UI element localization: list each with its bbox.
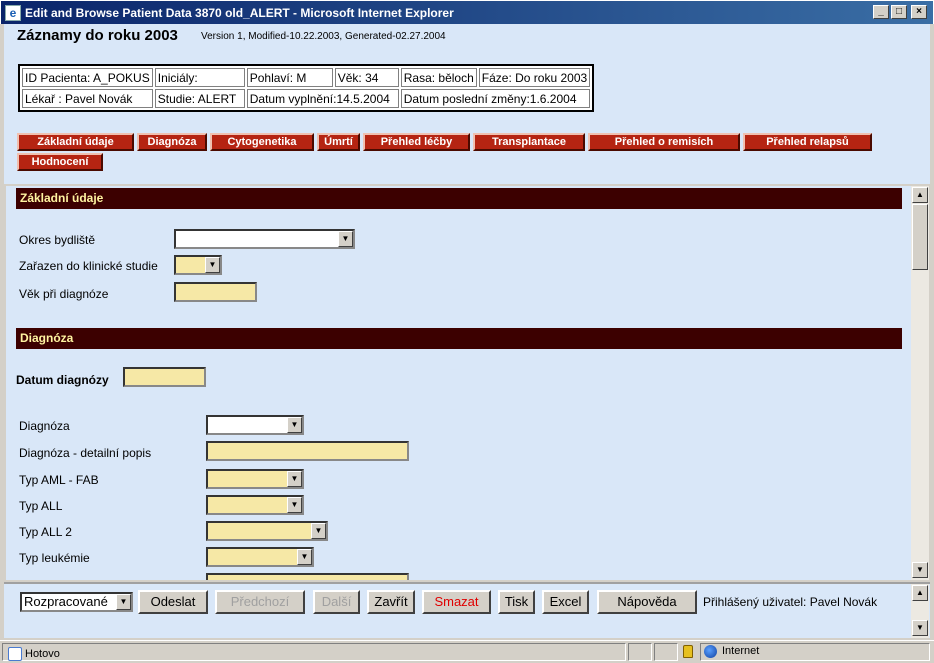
status-text-cell: Hotovo [2,643,626,661]
chevron-down-icon: ▼ [287,471,302,487]
diagnoza-detail-label: Diagnóza - detailní popis [19,446,152,460]
tab-transplantace[interactable]: Transplantace [473,133,585,151]
section-tabs: Základní údaje Diagnóza Cytogenetika Úmr… [17,133,907,171]
help-button[interactable]: Nápověda [597,590,697,614]
page-version-info: Version 1, Modified-10.22.2003, Generate… [201,31,446,42]
print-button[interactable]: Tisk [498,590,535,614]
tab-diagnoza[interactable]: Diagnóza [137,133,207,151]
chevron-down-icon: ▼ [311,523,326,539]
tab-cytogenetika[interactable]: Cytogenetika [210,133,314,151]
date-filled: Datum vyplnění:14.5.2004 [246,89,399,108]
form-content: Základní údaje Okres bydliště ▼ Zařazen … [6,186,911,580]
datum-diagnozy-label: Datum diagnózy [16,373,109,387]
okres-select[interactable]: ▼ [174,229,355,249]
vek-pri-diagnoze-input[interactable] [174,282,257,302]
page-icon [8,647,22,661]
patient-id: ID Pacienta: A_POKUS [22,68,153,87]
typ-all2-select[interactable]: ▼ [206,521,328,541]
scroll-thumb[interactable] [912,204,928,270]
tab-prehled-lecby[interactable]: Přehled léčby [363,133,470,151]
diagnoza-detail-input[interactable] [206,441,409,461]
tab-prehled-remisi[interactable]: Přehled o remisích [588,133,740,151]
security-zone: Internet [722,645,760,657]
chevron-down-icon: ▼ [205,257,220,273]
partial-field[interactable] [206,573,409,580]
typ-all2-label: Typ ALL 2 [19,525,72,539]
chevron-down-icon: ▼ [287,497,302,513]
klinicka-studie-select[interactable]: ▼ [174,255,222,275]
status-cell-empty-2 [654,643,678,661]
chevron-down-icon: ▼ [297,549,312,565]
patient-sex: Pohlaví: M [246,68,333,87]
previous-button[interactable]: Předchozí [215,590,305,614]
chevron-down-icon: ▼ [338,231,353,247]
close-button[interactable]: Zavřít [367,590,415,614]
patient-race: Rasa: běloch [400,68,477,87]
scroll-down-button[interactable]: ▼ [912,562,928,578]
action-bar-scrollbar[interactable]: ▲ ▼ [911,584,929,638]
record-status-select[interactable]: Rozpracované ▼ [20,592,133,612]
doctor-name: Lékař : Pavel Novák [22,89,153,108]
scroll-up-button[interactable]: ▲ [912,187,928,203]
patient-phase: Fáze: Do roku 2003 [478,68,591,87]
logged-in-user: Přihlášený uživatel: Pavel Novák [703,595,878,609]
close-window-button[interactable]: × [911,5,927,19]
window-title: Edit and Browse Patient Data 3870 old_AL… [25,5,454,20]
window-controls: _ □ × [873,5,927,19]
section-header-zakladni-udaje: Základní údaje [16,188,902,209]
klinicka-studie-label: Zařazen do klinické studie [19,259,158,273]
section-header-diagnoza: Diagnóza [16,328,902,349]
action-bar: Rozpracované ▼ Odeslat Předchozí Další Z… [4,582,930,638]
window-titlebar: e Edit and Browse Patient Data 3870 old_… [0,0,934,24]
page-title: Záznamy do roku 2003 [17,27,178,44]
chevron-down-icon: ▼ [116,594,131,610]
next-button[interactable]: Další [313,590,360,614]
typ-aml-select[interactable]: ▼ [206,469,304,489]
typ-all-select[interactable]: ▼ [206,495,304,515]
tab-zakladni-udaje[interactable]: Základní údaje [17,133,134,151]
tab-prehled-relapsu[interactable]: Přehled relapsů [743,133,872,151]
excel-button[interactable]: Excel [542,590,589,614]
tab-umrti[interactable]: Úmrtí [317,133,360,151]
study-name: Studie: ALERT [154,89,245,108]
typ-leukemie-label: Typ leukémie [19,551,90,565]
record-status-value: Rozpracované [24,594,108,609]
globe-icon [704,645,717,658]
chevron-down-icon: ▼ [287,417,302,433]
vek-pri-diagnoze-label: Věk při diagnóze [19,287,109,301]
typ-aml-label: Typ AML - FAB [19,473,99,487]
okres-label: Okres bydliště [19,233,96,247]
patient-age: Věk: 34 [334,68,399,87]
content-scrollbar[interactable]: ▲ ▼ [911,186,929,580]
datum-diagnozy-input[interactable] [123,367,206,387]
patient-info-table: ID Pacienta: A_POKUS Iniciály: Pohlaví: … [18,64,595,112]
typ-leukemie-select[interactable]: ▼ [206,547,314,567]
status-cell-empty-1 [628,643,652,661]
maximize-button[interactable]: □ [891,5,907,19]
page-header: Záznamy do roku 2003 Version 1, Modified… [4,24,930,184]
tab-hodnoceni[interactable]: Hodnocení [17,153,103,171]
diagnoza-select[interactable]: ▼ [206,415,304,435]
delete-button[interactable]: Smazat [422,590,491,614]
send-button[interactable]: Odeslat [138,590,208,614]
lock-icon [683,645,693,658]
scroll-up-button[interactable]: ▲ [912,585,928,601]
browser-statusbar: Hotovo Internet [0,640,934,663]
typ-all-label: Typ ALL [19,499,63,513]
patient-initials: Iniciály: [154,68,245,87]
status-text: Hotovo [25,648,60,660]
scroll-down-button[interactable]: ▼ [912,620,928,636]
date-last-change: Datum poslední změny:1.6.2004 [400,89,591,108]
diagnoza-label: Diagnóza [19,419,70,433]
ie-app-icon: e [5,4,21,21]
minimize-button[interactable]: _ [873,5,889,19]
